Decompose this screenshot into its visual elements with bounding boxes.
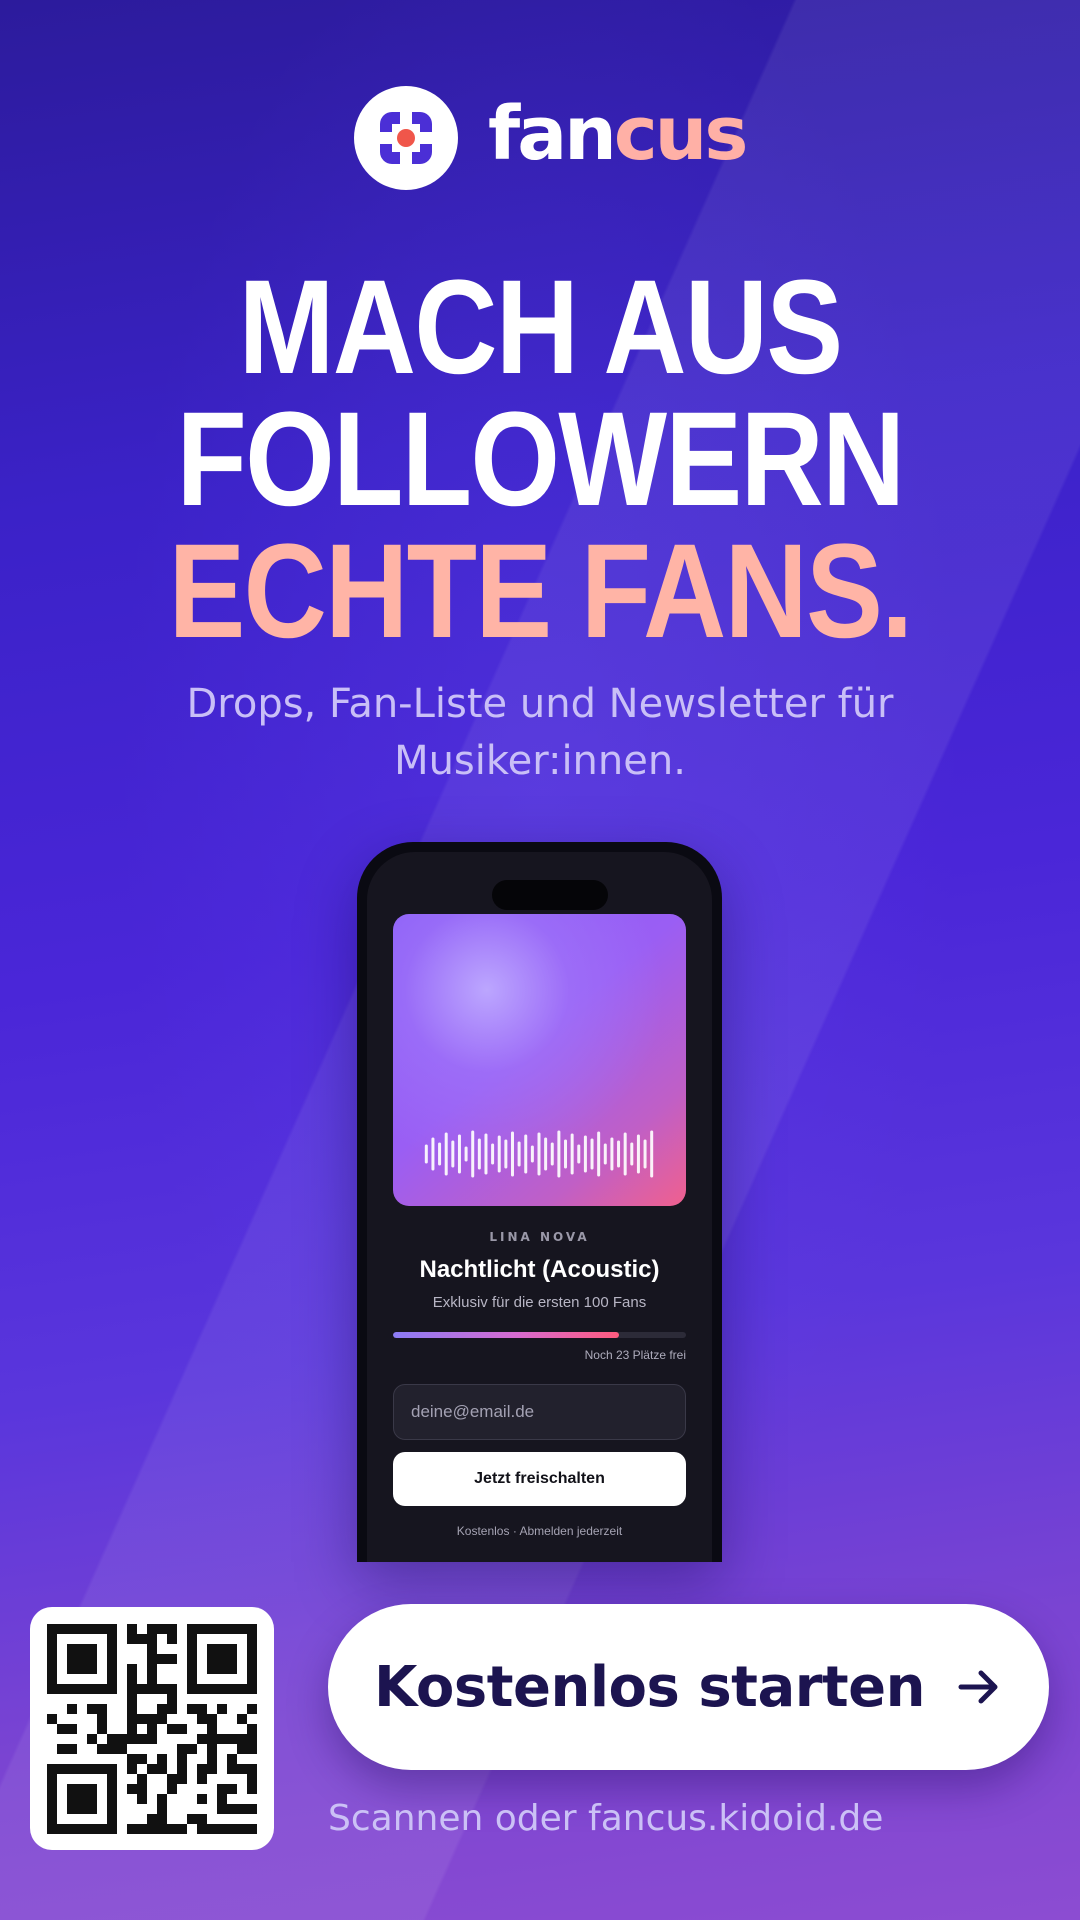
phone-mockup: LINA NOVA Nachtlicht (Acoustic) Exklusiv… [357, 842, 722, 1562]
scan-hint: Scannen oder fancus.kidoid.de [328, 1798, 884, 1839]
arrow-right-icon [955, 1663, 1003, 1711]
fine-print: Kostenlos · Abmelden jederzeit [456, 1524, 623, 1538]
phone-screen: LINA NOVA Nachtlicht (Acoustic) Exklusiv… [367, 852, 712, 1562]
brand-wordmark: fancus [488, 97, 748, 171]
track-title: Nachtlicht (Acoustic) [419, 1256, 660, 1283]
cover-art [393, 914, 686, 1206]
qr-code-icon [47, 1623, 257, 1834]
artist-name: LINA NOVA [489, 1230, 590, 1244]
headline: MACH AUS FOLLOWERN ECHTE FANS. [0, 253, 1080, 666]
phone-notch [492, 880, 608, 910]
spots-remaining: Noch 23 Plätze frei [584, 1348, 686, 1362]
spots-progress-fill [393, 1332, 619, 1338]
focus-target-icon [354, 86, 458, 190]
spots-progress-bar [393, 1332, 686, 1338]
headline-line-1: MACH AUS [238, 253, 844, 402]
headline-line-3: ECHTE FANS. [168, 517, 913, 666]
unlock-button[interactable]: Jetzt freischalten [393, 1452, 686, 1506]
brand-name-part1: fan [488, 91, 617, 177]
headline-line-2: FOLLOWERN [176, 385, 905, 534]
start-free-button[interactable]: Kostenlos starten [328, 1604, 1049, 1770]
qr-code-card[interactable] [30, 1607, 274, 1850]
start-free-label: Kostenlos starten [374, 1654, 925, 1720]
brand-name-part2: cus [613, 91, 749, 177]
exclusive-note: Exklusiv für die ersten 100 Fans [432, 1294, 647, 1311]
brand-logo: fancus [354, 86, 748, 190]
subline: Drops, Fan-Liste und Newsletter für Musi… [186, 681, 894, 784]
email-field[interactable] [393, 1384, 686, 1440]
audio-waveform-icon [424, 1130, 654, 1178]
